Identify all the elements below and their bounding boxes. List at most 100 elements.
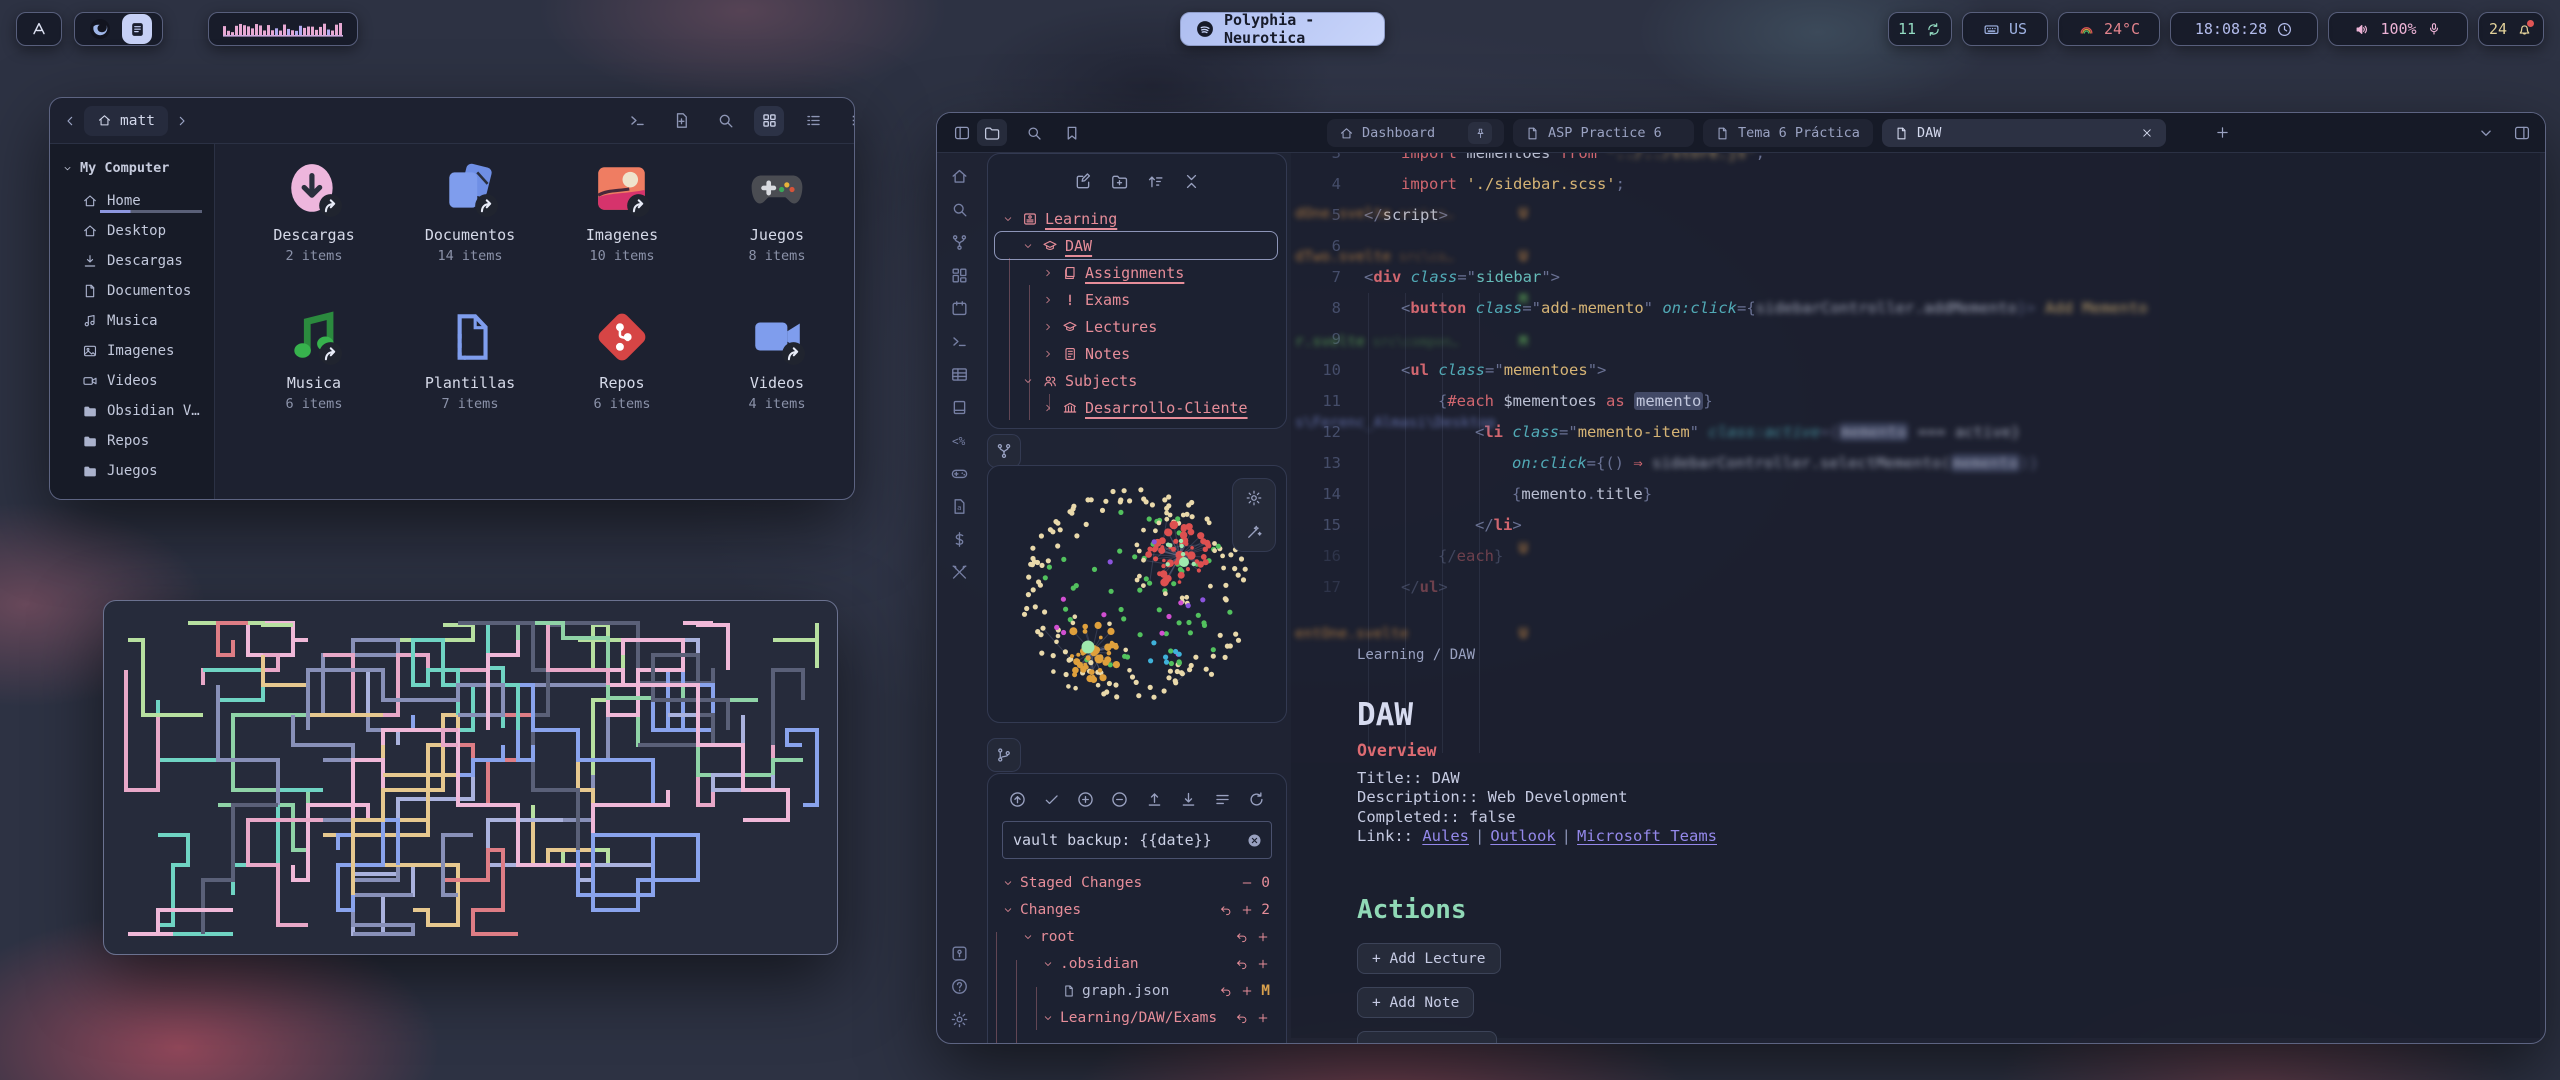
stage-icon[interactable] (1256, 957, 1270, 971)
graph-filter-icon[interactable] (1245, 523, 1263, 541)
stage-icon[interactable] (1240, 903, 1254, 917)
discard-icon[interactable] (1219, 984, 1233, 998)
sidebar-item-juegos[interactable]: Juegos (50, 456, 214, 486)
tree-item-daw[interactable]: DAW (988, 232, 1286, 259)
file-item-descargas[interactable]: Descargas2 items (239, 160, 389, 264)
tree-item-lectures[interactable]: Lectures (988, 313, 1286, 340)
open-terminal-button[interactable] (622, 106, 652, 136)
ribbon-gear-icon[interactable] (948, 1009, 970, 1029)
link-outlook[interactable]: Outlook (1490, 827, 1555, 845)
tab-dashboard[interactable]: Dashboard (1327, 119, 1504, 147)
back-icon[interactable] (62, 113, 78, 129)
link-aules[interactable]: Aules (1422, 827, 1469, 845)
file-item-documentos[interactable]: Documentos14 items (395, 160, 545, 264)
file-item-repos[interactable]: Repos6 items (547, 308, 697, 412)
new-folder-button[interactable] (1110, 172, 1129, 191)
breadcrumb[interactable]: matt (84, 106, 168, 136)
ribbon-gamepad-icon[interactable] (948, 463, 970, 483)
git-row-staged-changes[interactable]: Staged Changes0 (1002, 869, 1272, 896)
sidebar-item-repos[interactable]: Repos (50, 426, 214, 456)
stage-icon[interactable] (1240, 984, 1254, 998)
widget-weather[interactable]: 24°C (2058, 12, 2160, 46)
close-icon[interactable] (2140, 126, 2154, 140)
now-playing[interactable]: Polyphia - Neurotica (1180, 12, 1385, 46)
ribbon-tools-icon[interactable] (948, 562, 970, 582)
stage-icon[interactable] (1256, 1011, 1270, 1025)
tree-item-desarrollo-cliente[interactable]: Desarrollo-Cliente (988, 394, 1286, 421)
sidebar-item-obsidianv[interactable]: Obsidian V… (50, 396, 214, 426)
sidebar-item-descargas[interactable]: Descargas (50, 246, 214, 276)
commit-message-input[interactable]: vault backup: {{date}} (1002, 821, 1272, 859)
tree-item-notes[interactable]: Notes (988, 340, 1286, 367)
widget-notifications[interactable]: 24 (2478, 12, 2544, 46)
ribbon-terminal-icon[interactable] (948, 331, 970, 351)
tree-item-learning[interactable]: Learning (988, 205, 1286, 232)
new-note-button[interactable] (1074, 172, 1093, 191)
tree-item-subjects[interactable]: Subjects (988, 367, 1286, 394)
action-button--add-note[interactable]: + Add Note (1357, 987, 1474, 1018)
strip-panelL-icon[interactable] (947, 119, 977, 146)
unstage-all-button[interactable] (1110, 790, 1129, 809)
ribbon-calendar-icon[interactable] (948, 298, 970, 318)
discard-icon[interactable] (1235, 930, 1249, 944)
graph-view-button[interactable] (987, 434, 1021, 468)
ribbon-search-icon[interactable] (948, 199, 970, 219)
ribbon-filea-icon[interactable]: a (948, 496, 970, 516)
graph-settings-icon[interactable] (1245, 489, 1263, 507)
graph-view-panel[interactable] (987, 465, 1287, 723)
push-button[interactable] (1145, 790, 1164, 809)
unstage-icon[interactable] (1240, 876, 1254, 890)
ribbon-vault-icon[interactable] (948, 943, 970, 963)
strip-chevD-icon[interactable] (2477, 124, 2495, 142)
refresh-button[interactable] (1247, 790, 1266, 809)
git-panel-button[interactable] (987, 738, 1021, 772)
sidebar-item-desktop[interactable]: Desktop (50, 216, 214, 246)
tree-item-exams[interactable]: Exams (988, 286, 1286, 313)
sort-button[interactable] (1146, 172, 1165, 191)
stage-icon[interactable] (1256, 930, 1270, 944)
action-button--add-lecture[interactable]: + Add Lecture (1357, 943, 1501, 974)
widget-updates[interactable]: 11 (1888, 12, 1952, 46)
file-item-videos[interactable]: Videos4 items (702, 308, 852, 412)
strip-search-icon[interactable] (1019, 119, 1049, 146)
sidebar-item-documentos[interactable]: Documentos (50, 276, 214, 306)
sidebar-item-musica[interactable]: Musica (50, 306, 214, 336)
forward-icon[interactable] (174, 113, 190, 129)
strip-folder-icon[interactable] (977, 119, 1007, 146)
stage-all-button[interactable] (1076, 790, 1095, 809)
audio-visualizer[interactable] (208, 12, 358, 46)
clear-icon[interactable] (1246, 832, 1263, 849)
sidebar-item-home[interactable]: Home (50, 186, 214, 216)
collapse-button[interactable] (1182, 172, 1201, 191)
discard-icon[interactable] (1219, 903, 1233, 917)
strip-panelR-icon[interactable] (2513, 124, 2531, 142)
change-list-button[interactable] (1213, 790, 1232, 809)
tree-item-assignments[interactable]: Assignments (988, 259, 1286, 286)
launcher-button[interactable] (16, 12, 62, 46)
ribbon-dollar-icon[interactable] (948, 529, 970, 549)
ribbon-grid-icon[interactable] (948, 265, 970, 285)
compact-view-button[interactable] (842, 106, 855, 136)
tab-tema-6-pr-cticas-[interactable]: Tema 6 Prácticas -… (1703, 119, 1873, 147)
tab-daw[interactable]: DAW (1882, 119, 2166, 147)
file-item-musica[interactable]: Musica6 items (239, 308, 389, 412)
ribbon-table-icon[interactable] (948, 364, 970, 384)
discard-icon[interactable] (1235, 957, 1249, 971)
note-breadcrumb[interactable]: Learning / DAW (1357, 647, 1475, 663)
file-item-plantillas[interactable]: Plantillas7 items (395, 308, 545, 412)
new-file-button[interactable] (666, 106, 696, 136)
sidebar-section[interactable]: My Computer (50, 144, 214, 186)
tab-asp-practice-6[interactable]: ASP Practice 6 (1513, 119, 1694, 147)
file-item-juegos[interactable]: Juegos8 items (702, 160, 852, 264)
pipes-art-window[interactable] (103, 600, 838, 955)
file-item-imagenes[interactable]: Imagenes10 items (547, 160, 697, 264)
ribbon-home-icon[interactable] (948, 166, 970, 186)
backup-button[interactable] (1008, 790, 1027, 809)
link-microsoft-teams[interactable]: Microsoft Teams (1577, 827, 1717, 845)
pull-button[interactable] (1179, 790, 1198, 809)
sidebar-item-videos[interactable]: Videos (50, 366, 214, 396)
git-row-root[interactable]: root (1002, 923, 1272, 950)
git-row-.obsidian[interactable]: .obsidian (1002, 950, 1272, 977)
search-button[interactable] (710, 106, 740, 136)
widget-volume[interactable]: 100% (2328, 12, 2468, 46)
